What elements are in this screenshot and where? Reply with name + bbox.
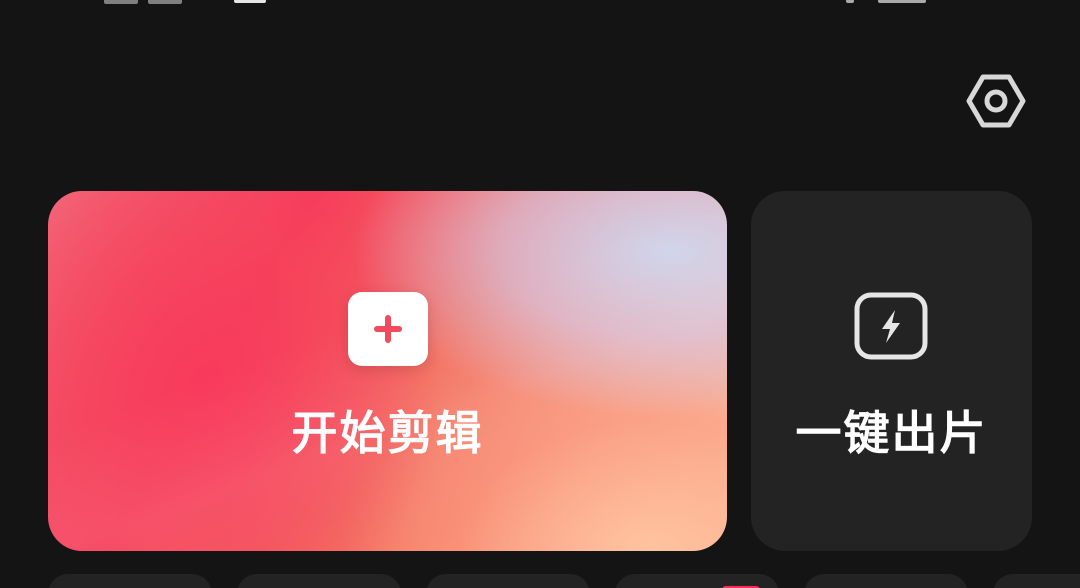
- status-dot-icon: [846, 0, 854, 3]
- plus-icon: [374, 315, 402, 343]
- shortcut-tile[interactable]: [993, 574, 1080, 588]
- wifi-icon: [148, 0, 182, 4]
- start-edit-label: 开始剪辑: [291, 406, 484, 460]
- notification-icon: [234, 0, 266, 3]
- settings-hex-icon: [966, 74, 1026, 128]
- signal-icon: [104, 0, 138, 4]
- shortcut-tile[interactable]: [426, 574, 590, 588]
- shortcut-tile[interactable]: [804, 574, 968, 588]
- one-click-card[interactable]: 一键出片: [751, 191, 1032, 551]
- battery-icon: [878, 0, 926, 3]
- start-edit-card[interactable]: 开始剪辑: [48, 191, 727, 551]
- shortcut-tile[interactable]: [48, 574, 212, 588]
- settings-button[interactable]: [964, 72, 1028, 130]
- plus-tile: [348, 292, 428, 366]
- lightning-icon: [854, 292, 928, 360]
- one-click-label: 一键出片: [795, 406, 988, 460]
- card-sheen: [48, 191, 727, 551]
- home-screen: 开始剪辑 一键出片: [0, 0, 1080, 588]
- shortcut-tile[interactable]: [237, 574, 401, 588]
